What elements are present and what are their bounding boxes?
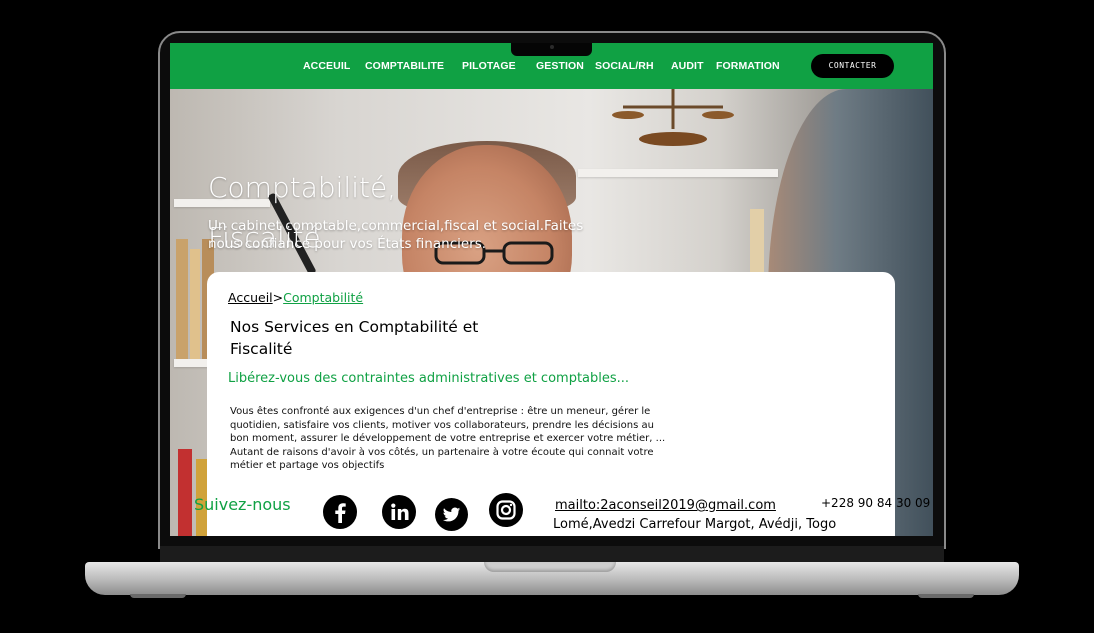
breadcrumb: Accueil>Comptabilité [228,290,363,305]
nav-item-formation[interactable]: FORMATION [716,60,780,72]
phone-number: +228 90 84 30 09 [821,496,931,510]
book [178,449,192,536]
linkedin-link[interactable] [382,495,416,529]
email-link[interactable]: mailto:2aconseil2019@gmail.com [555,498,776,513]
shelf [578,169,778,177]
laptop-foot-left [130,594,186,598]
twitter-link[interactable] [435,498,468,531]
lead-text: Libérez-vous des contraintes administrat… [228,371,630,386]
browser-viewport: Comptabilité, Fiscalité Un cabinet compta… [170,43,933,536]
instagram-link[interactable] [489,493,523,527]
camera-notch [511,43,592,56]
nav-item-social-rh[interactable]: SOCIAL/RH [595,60,654,72]
balance-scale-decoration [612,89,734,146]
breadcrumb-home-link[interactable]: Accueil [228,290,273,305]
content-card: Accueil>Comptabilité Nos Services en Com… [207,272,895,536]
twitter-icon [442,507,461,522]
hero-title-line1: Comptabilité, [208,171,397,204]
book [176,239,188,359]
follow-us-label: Suivez-nous [194,495,291,514]
breadcrumb-separator: > [272,290,284,305]
contact-button[interactable]: CONTACTER [811,54,894,78]
top-navbar: ACCEUIL COMPTABILITE PILOTAGE GESTION SO… [170,43,933,89]
laptop-foot-right [918,594,974,598]
page-title: Nos Services en Comptabilité et Fiscalit… [230,318,479,358]
nav-item-gestion[interactable]: GESTION [536,60,584,72]
body-paragraph-1: Vous êtes confronté aux exigences d'un c… [230,406,666,445]
facebook-link[interactable] [323,495,357,529]
laptop-hinge [160,546,944,563]
nav-item-audit[interactable]: AUDIT [671,60,704,72]
laptop-thumb-notch [484,562,616,572]
body-paragraph-2: Autant de raisons d'avoir à vos côtés, u… [230,446,654,472]
nav-item-pilotage[interactable]: PILOTAGE [462,60,516,72]
nav-item-acceuil[interactable]: ACCEUIL [303,60,350,72]
body-text: Vous êtes confronté aux exigences d'un c… [230,405,670,473]
hero-subtitle: Un cabinet comptable,commercial,fiscal e… [208,218,584,252]
facebook-icon [335,503,346,523]
camera-lens [550,45,554,49]
address-text: Lomé,Avedzi Carrefour Margot, Avédji, To… [553,517,837,532]
instagram-icon [496,500,516,520]
book [190,249,200,359]
nav-item-comptabilite[interactable]: COMPTABILITE [365,60,444,72]
linkedin-icon [391,503,409,520]
breadcrumb-current-link[interactable]: Comptabilité [283,290,363,305]
